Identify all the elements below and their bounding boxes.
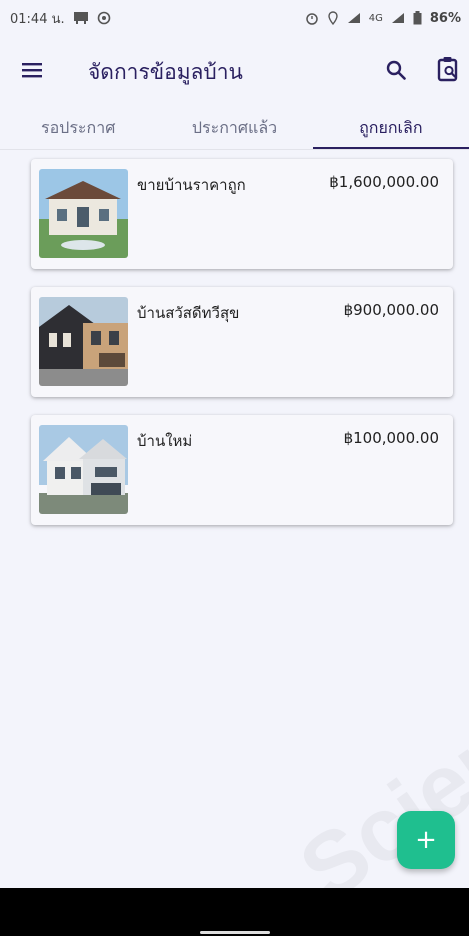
status-bar: 01:44 น. 4G 86% (0, 0, 469, 36)
status-right: 4G 86% (305, 11, 461, 26)
tab-cancelled[interactable]: ถูกยกเลิก (312, 104, 469, 150)
listing-price: ฿100,000.00 (343, 429, 439, 447)
menu-icon (22, 63, 42, 78)
clipboard-search-button[interactable] (434, 54, 462, 84)
network-type: 4G (368, 12, 383, 24)
search-icon (386, 60, 406, 80)
menu-button[interactable] (18, 56, 46, 84)
location-icon (327, 11, 339, 25)
status-time: 01:44 น. (10, 11, 65, 27)
system-nav-bar (0, 888, 469, 936)
page-title: จัดการข้อมูลบ้าน (88, 60, 243, 84)
clipboard-search-icon (437, 57, 458, 82)
tab-bar: รอประกาศ ประกาศแล้ว ถูกยกเลิก (0, 104, 469, 150)
house-image (39, 297, 128, 386)
plus-icon: + (415, 825, 437, 855)
home-gesture-handle[interactable] (200, 931, 270, 934)
battery-icon (413, 11, 422, 25)
listing-name: ขายบ้านราคาถูก (137, 176, 246, 194)
house-image (39, 425, 128, 514)
listing-name: บ้านสวัสดีทวีสุข (137, 304, 240, 322)
signal-icon (347, 12, 361, 24)
listing-price: ฿1,600,000.00 (329, 173, 439, 191)
battery-level: 86% (429, 10, 461, 26)
house-image (39, 169, 128, 258)
status-left: 01:44 น. (10, 8, 111, 29)
sync-icon (97, 11, 111, 25)
notification-icon (73, 11, 89, 25)
app-bar: จัดการข้อมูลบ้าน (0, 36, 469, 104)
listing-name: บ้านใหม่ (137, 432, 193, 450)
search-button[interactable] (382, 56, 410, 84)
listing-card[interactable]: บ้านสวัสดีทวีสุข ฿900,000.00 (31, 287, 453, 397)
alarm-icon (305, 11, 319, 25)
listing-card[interactable]: บ้านใหม่ ฿100,000.00 (31, 415, 453, 525)
tab-divider (0, 149, 469, 150)
tab-published[interactable]: ประกาศแล้ว (156, 104, 312, 150)
signal-strength-icon (391, 12, 405, 24)
add-listing-button[interactable]: + (397, 811, 455, 869)
listing-price: ฿900,000.00 (343, 301, 439, 319)
listing-card[interactable]: ขายบ้านราคาถูก ฿1,600,000.00 (31, 159, 453, 269)
tab-pending[interactable]: รอประกาศ (0, 104, 156, 150)
